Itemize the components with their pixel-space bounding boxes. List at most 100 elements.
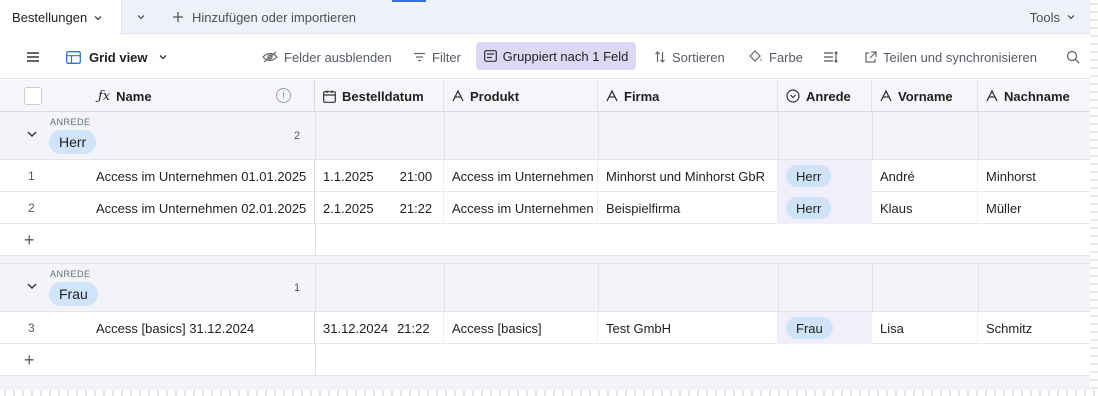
tools-menu-button[interactable]: Tools (1030, 0, 1076, 34)
plus-icon: + (24, 230, 35, 250)
column-header-bestelldatum[interactable]: Bestelldatum (315, 80, 444, 112)
tab-bestellungen[interactable]: Bestellungen (0, 0, 122, 35)
column-header-nachname[interactable]: Nachname (978, 80, 1090, 112)
cell-firma[interactable]: Test GmbH (598, 312, 778, 344)
filter-button[interactable]: Filter (413, 35, 461, 79)
grid-table-icon (66, 50, 81, 64)
share-sync-label: Teilen und synchronisieren (883, 49, 1037, 65)
sort-label: Sortieren (672, 49, 725, 65)
group-header-herr[interactable]: ANREDE Herr 2 (0, 112, 1090, 160)
color-label: Farbe (769, 49, 803, 65)
table-row[interactable]: 1 Access im Unternehmen 01.01.2025 1.1.2… (0, 160, 1090, 192)
chevron-down-icon[interactable] (26, 280, 38, 292)
single-select-icon (786, 89, 800, 103)
anrede-pill: Frau (786, 317, 833, 339)
plus-icon: + (24, 350, 35, 370)
add-row-button[interactable]: + (0, 224, 1090, 256)
cell-firma[interactable]: Minhorst und Minhorst GbR (598, 160, 778, 192)
cell-anrede[interactable]: Herr (778, 160, 872, 192)
select-all-checkbox[interactable] (24, 87, 42, 105)
cell-vorname[interactable]: André (872, 160, 978, 192)
date-value: 2.1.2025 (323, 200, 374, 216)
column-header-label: Anrede (806, 88, 851, 104)
column-header-name[interactable]: ƒx Name i (90, 80, 315, 112)
group-spacer (0, 256, 1090, 264)
hamburger-icon (27, 52, 39, 62)
tab-label: Bestellungen (12, 10, 88, 25)
cell-firma[interactable]: Beispielfirma (598, 192, 778, 224)
anrede-pill: Herr (786, 165, 832, 187)
table-row[interactable]: 2 Access im Unternehmen 02.01.2025 2.1.2… (0, 192, 1090, 224)
column-header-label: Nachname (1004, 88, 1070, 104)
group-icon (483, 50, 497, 62)
column-header-anrede[interactable]: Anrede (778, 80, 872, 112)
info-icon[interactable]: i (276, 88, 291, 103)
column-header-firma[interactable]: Firma (598, 80, 778, 112)
column-header-label: Bestelldatum (342, 88, 424, 104)
cell-produkt[interactable]: Access im Unternehmen (444, 160, 598, 192)
add-import-label: Hinzufügen oder importieren (192, 9, 357, 25)
add-row-button[interactable]: + (0, 344, 1090, 376)
cell-vorname[interactable]: Klaus (872, 192, 978, 224)
time-value: 21:22 (399, 200, 433, 216)
chevron-down-icon (94, 15, 102, 20)
filter-icon (414, 52, 425, 62)
external-link-icon (865, 50, 877, 63)
cell-anrede[interactable]: Herr (778, 192, 872, 224)
group-label: Gruppiert nach 1 Feld (502, 48, 629, 64)
column-header-vorname[interactable]: Vorname (872, 80, 978, 112)
group-header-frau[interactable]: ANREDE Frau 1 (0, 264, 1090, 312)
cell-nachname[interactable]: Müller (978, 192, 1090, 224)
cell-vorname[interactable]: Lisa (872, 312, 978, 344)
group-count: 2 (294, 130, 301, 142)
text-field-icon (606, 90, 618, 102)
cell-bestelldatum[interactable]: 2.1.2025 21:22 (315, 192, 444, 224)
group-field-label: ANREDE (50, 269, 91, 279)
time-value: 21:00 (399, 168, 433, 184)
share-sync-button[interactable]: Teilen und synchronisieren (864, 35, 1037, 79)
cell-name[interactable]: Access im Unternehmen 02.01.2025 (88, 192, 315, 224)
cell-bestelldatum[interactable]: 31.12.2024 21:22 (315, 312, 444, 344)
view-switcher-button[interactable]: Grid view (66, 35, 168, 79)
search-button[interactable] (1066, 35, 1080, 79)
color-button[interactable]: Farbe (748, 35, 803, 79)
cell-bestelldatum[interactable]: 1.1.2025 21:00 (315, 160, 444, 192)
group-value-pill: Herr (49, 130, 97, 154)
row-number: 1 (28, 169, 35, 183)
text-field-icon (452, 90, 464, 102)
torn-edge-bottom (0, 390, 1098, 396)
eye-hidden-icon (262, 51, 278, 63)
column-header-produkt[interactable]: Produkt (444, 80, 598, 112)
sidebar-toggle-button[interactable] (26, 35, 40, 79)
add-or-import-button[interactable]: Hinzufügen oder importieren (172, 0, 356, 34)
hide-fields-button[interactable]: Felder ausblenden (262, 35, 392, 79)
column-header-label: Produkt (470, 88, 520, 104)
cell-produkt[interactable]: Access im Unternehmen (444, 192, 598, 224)
date-value: 31.12.2024 (323, 320, 389, 336)
tools-label: Tools (1029, 9, 1060, 25)
view-name: Grid view (89, 49, 148, 65)
cell-nachname[interactable]: Schmitz (978, 312, 1090, 344)
sort-button[interactable]: Sortieren (654, 35, 725, 79)
paint-bucket-icon (749, 50, 762, 62)
torn-edge-right (1090, 0, 1098, 396)
row-height-icon (824, 51, 838, 63)
cell-name[interactable]: Access [basics] 31.12.2024 (88, 312, 315, 344)
group-button[interactable]: Gruppiert nach 1 Feld (476, 42, 636, 70)
search-icon (1066, 50, 1080, 64)
chevron-down-icon[interactable] (26, 128, 38, 140)
tab-bar: Bestellungen Hinzufügen oder importieren… (0, 0, 1090, 35)
chevron-down-icon (159, 55, 166, 60)
table-row[interactable]: 3 Access [basics] 31.12.2024 31.12.2024 … (0, 312, 1090, 344)
column-header-label: Firma (624, 88, 660, 104)
cell-name[interactable]: Access im Unternehmen 01.01.2025 (88, 160, 315, 192)
tables-dropdown-button[interactable] (130, 0, 152, 34)
column-header-label: Vorname (898, 88, 953, 104)
cell-nachname[interactable]: Minhorst (978, 160, 1090, 192)
row-height-button[interactable] (823, 35, 839, 79)
column-header-label: Name (116, 88, 152, 104)
cell-anrede[interactable]: Frau (778, 312, 872, 344)
anrede-pill: Herr (786, 197, 832, 219)
cell-produkt[interactable]: Access [basics] (444, 312, 598, 344)
active-indicator (392, 0, 426, 2)
